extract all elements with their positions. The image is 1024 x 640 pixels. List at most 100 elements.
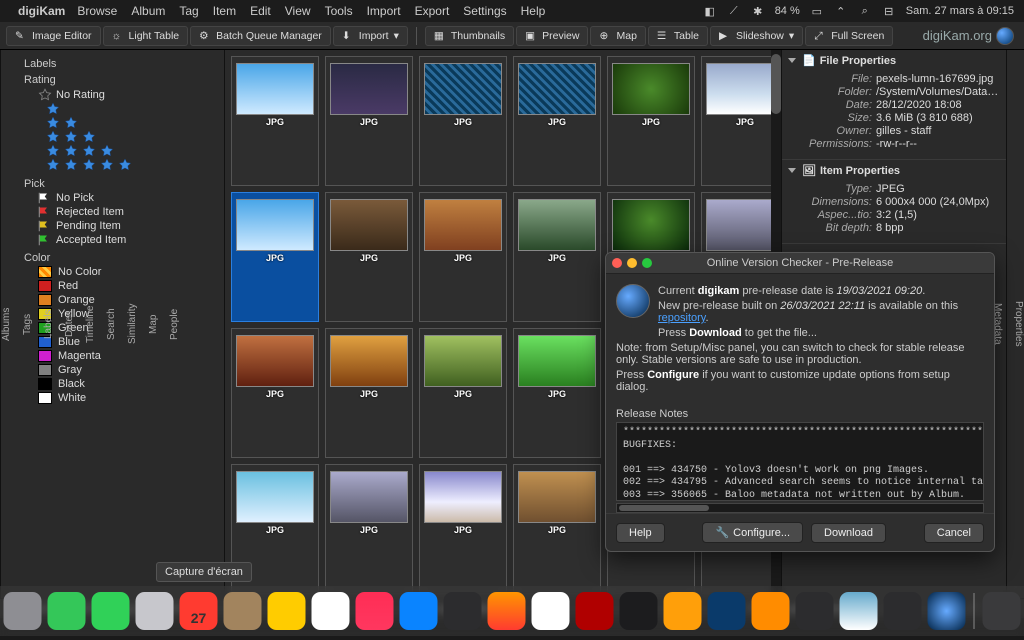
fullscreen-button[interactable]: ⤢ Full Screen: [805, 26, 893, 46]
dock-app[interactable]: [136, 592, 174, 630]
dock-app-music[interactable]: [356, 592, 394, 630]
thumbnail[interactable]: JPG: [231, 192, 319, 322]
zoom-window-icon[interactable]: [642, 258, 652, 268]
color-no-color[interactable]: No Color: [38, 266, 218, 278]
color-magenta[interactable]: Magenta: [38, 350, 218, 362]
thumbnail[interactable]: JPG: [701, 56, 781, 186]
dock-app[interactable]: [796, 592, 834, 630]
rail-tab-map[interactable]: Map: [148, 314, 159, 333]
minimize-window-icon[interactable]: [627, 258, 637, 268]
caret-down-icon[interactable]: [788, 168, 796, 173]
rating-2[interactable]: [46, 116, 218, 130]
rail-tab-dates[interactable]: Dates: [64, 311, 75, 337]
brand-link[interactable]: digiKam.org: [923, 27, 1014, 45]
thumbnail[interactable]: JPG: [419, 56, 507, 186]
dock-app-digikam[interactable]: [928, 592, 966, 630]
release-notes[interactable]: ****************************************…: [616, 422, 984, 501]
bluetooth-icon[interactable]: ✱: [751, 4, 765, 18]
menu-import[interactable]: Import: [367, 4, 401, 18]
tray-icon[interactable]: ◧: [703, 4, 717, 18]
rail-tab-similarity[interactable]: Similarity: [127, 304, 138, 345]
scroll-thumb[interactable]: [771, 54, 781, 114]
repository-link[interactable]: repository: [658, 312, 705, 324]
app-menu[interactable]: digiKam: [18, 4, 65, 18]
thumbnail[interactable]: JPG: [513, 464, 601, 594]
image-editor-button[interactable]: ✎ Image Editor: [6, 26, 101, 46]
rating-3[interactable]: [46, 130, 218, 144]
preview-button[interactable]: ▣ Preview: [516, 26, 588, 46]
menu-tag[interactable]: Tag: [179, 4, 198, 18]
thumbnail[interactable]: JPG: [419, 192, 507, 322]
menu-view[interactable]: View: [285, 4, 311, 18]
dock-app-notes[interactable]: [268, 592, 306, 630]
color-black[interactable]: Black: [38, 378, 218, 390]
dock-downloads[interactable]: [983, 592, 1021, 630]
control-center-icon[interactable]: ⊟: [882, 4, 896, 18]
rail-tab-search[interactable]: Search: [106, 308, 117, 340]
thumbnail[interactable]: JPG: [513, 56, 601, 186]
pick-pending-item[interactable]: Pending Item: [38, 220, 218, 232]
thumbnail[interactable]: JPG: [607, 56, 695, 186]
horizontal-scrollbar[interactable]: [616, 503, 984, 513]
wifi-icon[interactable]: ⌃: [834, 4, 848, 18]
dock-app[interactable]: [4, 592, 42, 630]
menu-settings[interactable]: Settings: [463, 4, 506, 18]
thumbnail[interactable]: JPG: [513, 328, 601, 458]
thumbnail[interactable]: JPG: [419, 464, 507, 594]
map-button[interactable]: ⊕ Map: [590, 26, 645, 46]
menu-album[interactable]: Album: [131, 4, 165, 18]
close-window-icon[interactable]: [612, 258, 622, 268]
table-button[interactable]: ☰ Table: [648, 26, 708, 46]
menu-browse[interactable]: Browse: [77, 4, 117, 18]
thumbnail[interactable]: JPG: [325, 192, 413, 322]
dock-app[interactable]: [884, 592, 922, 630]
rating-4[interactable]: [46, 144, 218, 158]
rating-1[interactable]: [46, 102, 218, 116]
configure-button[interactable]: 🔧Configure...: [702, 522, 803, 543]
dock-app-virtualbox[interactable]: [708, 592, 746, 630]
dock-app-appstore[interactable]: [400, 592, 438, 630]
thumbnail[interactable]: JPG: [231, 56, 319, 186]
rail-tab-timeline[interactable]: Timeline: [85, 305, 96, 342]
cancel-button[interactable]: Cancel: [924, 523, 984, 543]
light-table-button[interactable]: ☼ Light Table: [103, 26, 189, 46]
search-icon[interactable]: ⌕: [858, 4, 872, 18]
dock-app[interactable]: [312, 592, 350, 630]
rail-tab-tags[interactable]: Tags: [22, 313, 33, 334]
dock-app[interactable]: [224, 592, 262, 630]
pick-rejected-item[interactable]: Rejected Item: [38, 206, 218, 218]
menu-edit[interactable]: Edit: [250, 4, 271, 18]
rail-tab-properties[interactable]: Properties: [1013, 301, 1024, 347]
thumbnail[interactable]: JPG: [231, 328, 319, 458]
menu-help[interactable]: Help: [521, 4, 546, 18]
dock-app-filezilla[interactable]: [576, 592, 614, 630]
menu-tools[interactable]: Tools: [325, 4, 353, 18]
rail-tab-people[interactable]: People: [169, 308, 180, 339]
scroll-thumb[interactable]: [619, 505, 709, 511]
dock-app-messages[interactable]: [48, 592, 86, 630]
help-button[interactable]: Help: [616, 523, 665, 543]
pick-accepted-item[interactable]: Accepted Item: [38, 234, 218, 246]
color-white[interactable]: White: [38, 392, 218, 404]
dock-app-facetime[interactable]: [92, 592, 130, 630]
pick-no-pick[interactable]: No Pick: [38, 192, 218, 204]
dock-app-terminal[interactable]: [620, 592, 658, 630]
color-red[interactable]: Red: [38, 280, 218, 292]
dock-app-settings[interactable]: [444, 592, 482, 630]
dock-app[interactable]: [664, 592, 702, 630]
thumbnail[interactable]: JPG: [419, 328, 507, 458]
menu-export[interactable]: Export: [415, 4, 450, 18]
dialog-titlebar[interactable]: Online Version Checker - Pre-Release: [606, 253, 994, 274]
clock[interactable]: Sam. 27 mars à 09:15: [906, 5, 1014, 17]
caret-down-icon[interactable]: [788, 58, 796, 63]
import-button[interactable]: ⬇ Import ▾: [333, 26, 408, 46]
thumbnail[interactable]: JPG: [513, 192, 601, 322]
rating-none[interactable]: No Rating: [38, 88, 218, 102]
color-gray[interactable]: Gray: [38, 364, 218, 376]
thumbnail[interactable]: JPG: [325, 56, 413, 186]
rating-5[interactable]: [46, 158, 218, 172]
dock-app-firefox[interactable]: [488, 592, 526, 630]
rail-tab-albums[interactable]: Albums: [1, 307, 12, 340]
thumbnail[interactable]: JPG: [325, 464, 413, 594]
thumbnail[interactable]: JPG: [325, 328, 413, 458]
